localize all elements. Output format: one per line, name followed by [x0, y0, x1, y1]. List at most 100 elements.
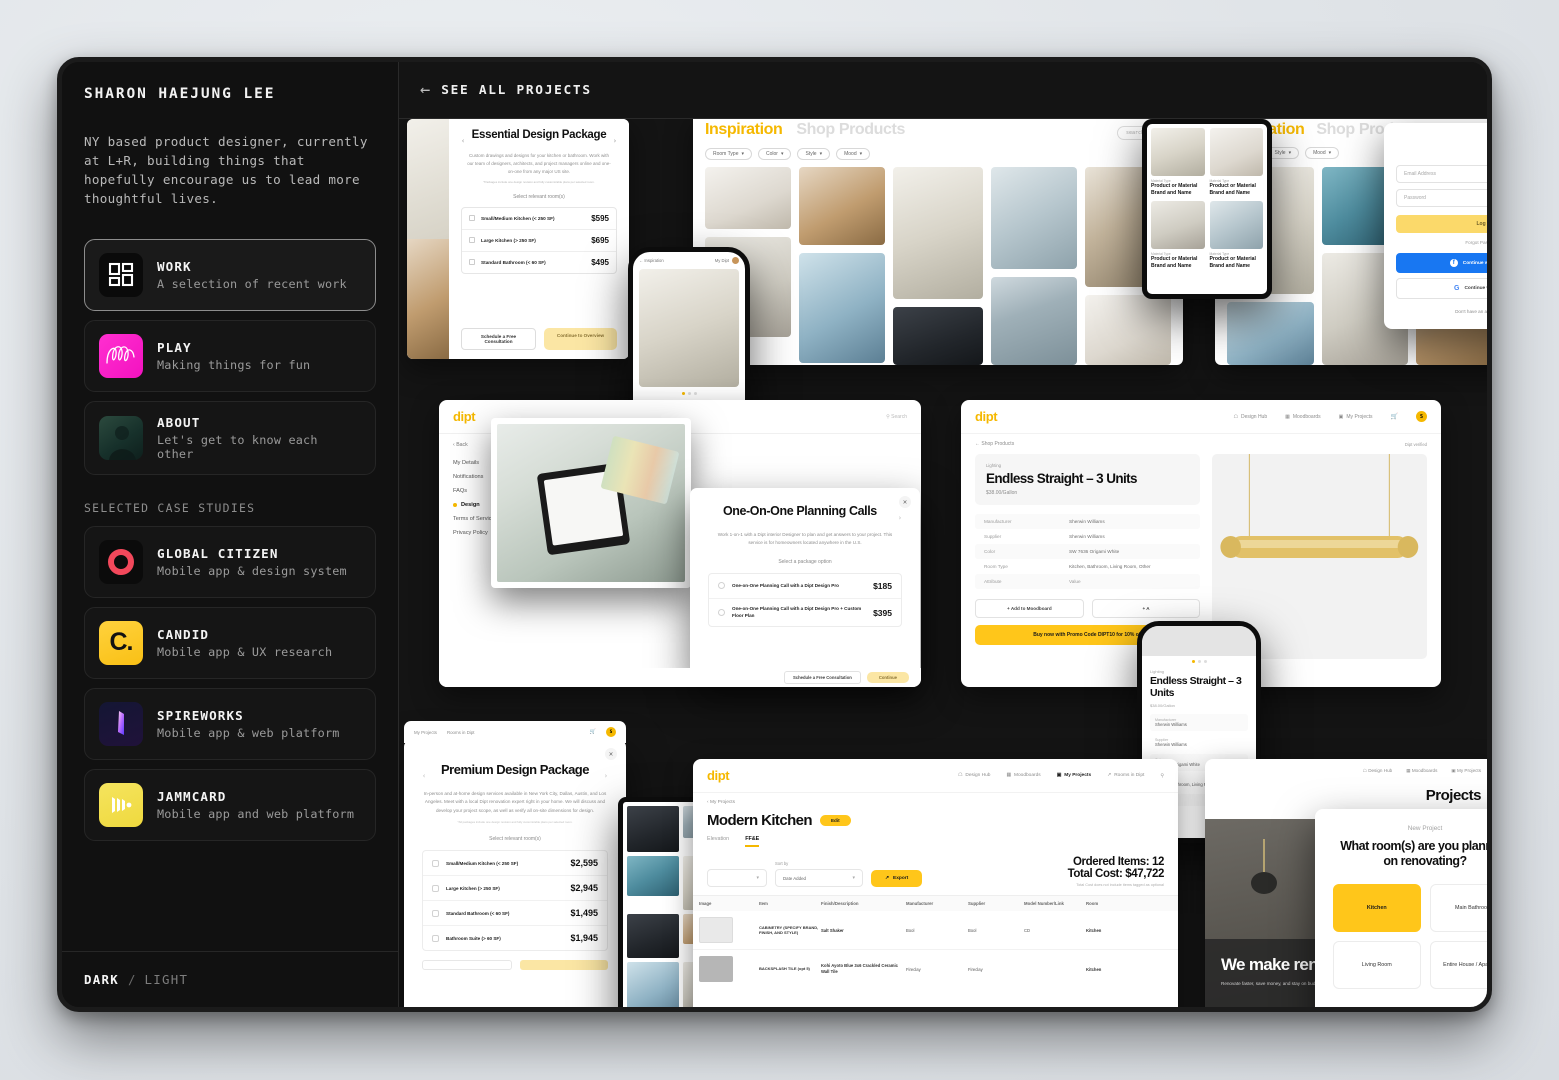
sort-select[interactable]: Date Added ▾	[775, 869, 863, 887]
room-option-main-bathroom[interactable]: Main Bathroom	[1429, 884, 1487, 932]
back-label[interactable]: Back	[456, 442, 468, 448]
account-label[interactable]: My Dipt	[715, 258, 729, 263]
avatar[interactable]: S	[606, 727, 616, 737]
chevron-left-icon[interactable]: ‹	[453, 442, 455, 448]
theme-option-light[interactable]: LIGHT	[145, 972, 189, 987]
inspiration-photo[interactable]	[991, 167, 1078, 269]
filter-select[interactable]: ▾	[707, 869, 767, 887]
product-card[interactable]: Material Type Product or Material Brand …	[1151, 128, 1205, 196]
room-option-living-room[interactable]: Living Room	[1333, 941, 1421, 989]
login-panel[interactable]: Log In Email Address Password Log In For…	[1384, 123, 1487, 329]
tablet-photo-overlay[interactable]	[491, 418, 691, 588]
settings-item-design[interactable]: Design	[461, 502, 480, 508]
package-row[interactable]: Large Kitchen (> 250 SF) $695	[462, 230, 616, 252]
chevron-right-icon[interactable]: ›	[898, 514, 902, 522]
export-button[interactable]: ↗ Export	[871, 870, 923, 887]
package-row[interactable]: Large Kitchen (> 250 SF) $2,945	[423, 876, 607, 902]
theme-option-dark[interactable]: DARK	[84, 972, 119, 987]
new-project-wizard[interactable]: New Project What room(s) are you plannin…	[1315, 809, 1487, 1007]
checkbox[interactable]	[469, 237, 475, 244]
nav-design-hub[interactable]: Design Hub	[1241, 414, 1267, 420]
room-option-entire-house[interactable]: Entire House / Apartment	[1429, 941, 1487, 989]
inspiration-photo[interactable]	[705, 167, 791, 229]
nav-moodboards[interactable]: Moodboards	[1412, 768, 1438, 773]
arrow-left-icon[interactable]: ←	[420, 81, 430, 99]
inspiration-photo[interactable]	[1085, 295, 1171, 365]
see-all-projects-link[interactable]: SEE ALL PROJECTS	[441, 83, 591, 98]
dipt-logo[interactable]: dipt	[707, 768, 730, 783]
continue-button[interactable]	[520, 960, 608, 971]
sidebar-item-candid[interactable]: C. CANDID Mobile app & UX research	[84, 606, 376, 679]
sidebar-item-work[interactable]: WORK A selection of recent work	[84, 238, 376, 311]
chevron-left-icon[interactable]: ‹	[707, 800, 709, 805]
search-input[interactable]: Search	[891, 414, 907, 420]
arrow-left-icon[interactable]: ←	[639, 258, 643, 263]
checkbox[interactable]	[432, 909, 439, 917]
planning-calls-modal[interactable]: ✕ One-On-One Planning Calls › Work 1-on-…	[690, 488, 920, 681]
avatar-icon[interactable]	[732, 257, 739, 264]
table-row[interactable]: BACKSPLASH TILE (opt 5) Kohi Ayoto Blue …	[693, 950, 1178, 988]
product-grid-phone[interactable]: Material Type Product or Material Brand …	[1142, 119, 1272, 299]
room-option-kitchen[interactable]: Kitchen	[1333, 884, 1421, 932]
cart-icon[interactable]: 🛒	[1391, 413, 1398, 420]
forgot-password-link[interactable]: Forgot Password?	[1396, 240, 1487, 245]
schedule-consultation-button[interactable]: Schedule a Free Consultation	[783, 671, 861, 684]
hero-photo[interactable]	[639, 269, 739, 387]
product-card[interactable]: Material Type Product or Material Brand …	[1209, 201, 1263, 269]
email-field[interactable]: Email Address	[1396, 165, 1487, 183]
filter-mood[interactable]: Mood ▾	[1305, 147, 1340, 159]
dipt-logo[interactable]: dipt	[453, 409, 476, 424]
signup-prompt[interactable]: Don't have an account? Join	[1396, 309, 1487, 314]
product-hero-image-mobile[interactable]	[1142, 626, 1256, 656]
package-row[interactable]: Small/Medium Kitchen (< 250 SF) $2,595	[423, 851, 607, 877]
inspiration-browser-panel[interactable]: Inspiration Shop Products search Room Ty…	[693, 119, 1183, 365]
inspiration-photo[interactable]	[1227, 302, 1314, 365]
nav-rooms-in-dipt[interactable]: Rooms in Dipt	[447, 730, 475, 735]
checkbox[interactable]	[469, 259, 475, 266]
schedule-consultation-button[interactable]	[422, 960, 512, 971]
sidebar-item-about[interactable]: ABOUT Let's get to know each other	[84, 400, 376, 475]
sidebar-item-global-citizen[interactable]: GLOBAL CITIZEN Mobile app & design syste…	[84, 525, 376, 598]
inspiration-photo[interactable]	[798, 253, 885, 363]
login-submit-button[interactable]: Log In	[1396, 215, 1487, 233]
facebook-login-button[interactable]: f Continue with Facebook	[1396, 253, 1487, 273]
google-login-button[interactable]: G Continue with Google	[1396, 278, 1487, 299]
filter-mood[interactable]: Mood ▾	[836, 148, 871, 160]
moodboard-thumb[interactable]	[627, 856, 679, 896]
nav-rooms-in-dipt[interactable]: Rooms in Dipt	[1114, 773, 1144, 778]
chevron-right-icon[interactable]: ›	[604, 772, 608, 780]
project-mini-toolbar[interactable]: My Projects Rooms in Dipt 🛒 S	[404, 721, 626, 743]
product-card[interactable]: Material Type Product or Material Brand …	[1209, 128, 1263, 196]
nav-moodboards[interactable]: Moodboards	[1014, 773, 1041, 778]
checkbox[interactable]	[469, 215, 475, 222]
planning-row[interactable]: One-on-One Planning Call with a Dipt Des…	[709, 574, 901, 599]
package-row[interactable]: Standard Bathroom (< 60 SF) $1,495	[423, 901, 607, 927]
close-icon[interactable]: ✕	[605, 748, 617, 760]
nav-my-projects[interactable]: My Projects	[1064, 773, 1091, 778]
tab-shop-products[interactable]: Shop Products	[796, 121, 905, 139]
add-to-moodboard-button[interactable]: + Add to Moodboard	[975, 599, 1084, 618]
inspiration-photo[interactable]	[892, 167, 984, 299]
schedule-consultation-button[interactable]: Schedule a Free Consultation	[461, 328, 536, 350]
tab-inspiration[interactable]: Inspiration	[705, 121, 783, 139]
edit-project-button[interactable]: Edit	[819, 815, 851, 826]
arrow-left-icon[interactable]: ←	[975, 441, 980, 447]
nav-design-hub[interactable]: Design Hub	[965, 773, 990, 778]
checkbox[interactable]	[718, 609, 725, 617]
dipt-logo[interactable]: dipt	[975, 409, 998, 424]
continue-overview-button[interactable]: Continue	[866, 672, 909, 683]
back-label[interactable]: Shop Products	[981, 441, 1014, 447]
sidebar-item-spireworks[interactable]: SPIREWORKS Mobile app & web platform	[84, 687, 376, 760]
avatar[interactable]: S	[1416, 411, 1427, 422]
search-icon[interactable]: ⚲	[886, 414, 890, 420]
premium-design-package-panel[interactable]: ✕ ‹ Premium Design Package › In-person a…	[404, 740, 626, 1007]
inspiration-photo[interactable]	[892, 306, 984, 365]
ffe-project-panel[interactable]: dipt ☖ Design Hub ▦ Moodboards ▣ My Project…	[693, 759, 1178, 1007]
package-row[interactable]: Small/Medium Kitchen (< 250 SF) $595	[462, 208, 616, 230]
nav-my-projects[interactable]: My Projects	[1457, 768, 1481, 773]
nav-design-hub[interactable]: Design Hub	[1368, 768, 1392, 773]
package-row[interactable]: Standard Bathroom (< 60 SF) $495	[462, 252, 616, 273]
chevron-left-icon[interactable]: ‹	[461, 137, 465, 145]
close-icon[interactable]: ✕	[899, 496, 911, 508]
table-row[interactable]: CABINETRY (SPECIFY BRAND, FINISH, AND ST…	[693, 911, 1178, 950]
